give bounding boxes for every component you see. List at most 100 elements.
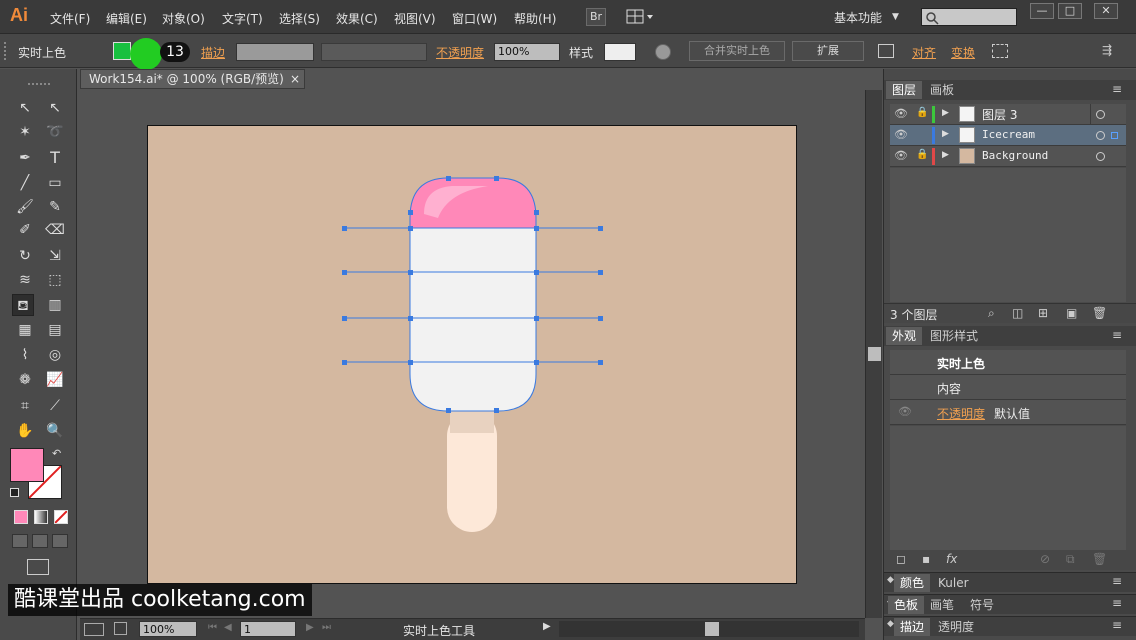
tab-swatches[interactable]: 色板 [888, 596, 925, 614]
graphic-style-swatch[interactable] [604, 43, 636, 61]
menu-edit[interactable]: 编辑(E) [106, 10, 147, 27]
layer-name[interactable]: 图层 3 [982, 106, 1017, 123]
appearance-panel-menu-icon[interactable]: ≡ [1112, 328, 1122, 342]
draw-normal-icon[interactable] [12, 534, 28, 548]
zoom-tool-icon[interactable]: 🔍 [44, 420, 66, 442]
width-tool-icon[interactable]: ≋ [14, 269, 36, 291]
visibility-eye-icon[interactable]: 👁 [894, 107, 908, 120]
delete-item-icon[interactable]: 🗑 [1092, 552, 1107, 566]
workspace-dropdown-icon[interactable]: ▼ [892, 12, 899, 22]
stroke-label[interactable]: 描边 [201, 44, 225, 61]
menu-view[interactable]: 视图(V) [394, 10, 436, 27]
tab-layers[interactable]: 图层 [886, 81, 923, 99]
isolate-icon[interactable] [992, 44, 1008, 58]
control-bar-menu-icon[interactable]: ⇶ [1102, 43, 1112, 57]
tab-artboards[interactable]: 画板 [924, 81, 960, 99]
gradient-mode-icon[interactable] [34, 510, 48, 524]
blend-tool-icon[interactable]: ◎ [44, 344, 66, 366]
eraser-tool-icon[interactable]: ⌫ [44, 219, 66, 241]
screen-mode-icon[interactable] [27, 559, 49, 575]
column-graph-tool-icon[interactable]: 📈 [44, 369, 66, 391]
visibility-eye-icon[interactable]: 👁 [894, 128, 908, 141]
vertical-scroll-thumb[interactable] [868, 347, 881, 361]
collapse-arrow-icon[interactable]: ◆ [887, 575, 894, 585]
appearance-content-row[interactable]: 内容 [890, 375, 1126, 400]
close-window-button[interactable]: ✕ [1094, 3, 1118, 19]
lasso-tool-icon[interactable]: ➰ [44, 121, 66, 143]
pencil-tool-icon[interactable]: ✎ [44, 196, 66, 218]
variable-width-profile-dropdown[interactable] [321, 43, 427, 61]
close-document-icon[interactable]: × [290, 70, 300, 88]
recolor-artwork-icon[interactable] [655, 44, 671, 60]
lock-icon[interactable]: 🔒 [916, 149, 928, 160]
locate-object-icon[interactable]: ⌕ [988, 306, 995, 321]
stroke-weight-value[interactable]: 13 [160, 42, 190, 62]
gradient-tool-icon[interactable]: ▤ [44, 319, 66, 341]
align-label[interactable]: 对齐 [912, 44, 936, 61]
lock-icon[interactable]: 🔒 [916, 107, 928, 118]
pen-tool-icon[interactable]: ✒ [14, 147, 36, 169]
eyedropper-tool-icon[interactable]: ⌇ [14, 344, 36, 366]
swap-colors-icon[interactable]: ↶ [52, 447, 61, 460]
swatches-panel-menu-icon[interactable]: ≡ [1112, 596, 1122, 610]
target-circle-icon[interactable] [1096, 131, 1105, 140]
arrange-documents-icon[interactable] [626, 9, 656, 25]
line-tool-icon[interactable]: ╱ [14, 172, 36, 194]
draw-inside-icon[interactable] [52, 534, 68, 548]
bridge-button[interactable]: Br [586, 8, 606, 26]
artboard[interactable] [147, 125, 797, 584]
layer-name[interactable]: Icecream [982, 128, 1035, 141]
collapse-arrow-icon[interactable]: ◆ [887, 619, 894, 629]
zoom-field[interactable]: 100% [139, 621, 197, 637]
make-clipping-mask-icon[interactable]: ◫ [1012, 306, 1023, 320]
workspace-switcher[interactable]: 基本功能 [834, 9, 882, 26]
rotate-tool-icon[interactable]: ↻ [14, 245, 36, 267]
prev-artboard-icon[interactable]: ◀ [224, 622, 232, 633]
menu-window[interactable]: 窗口(W) [452, 10, 497, 27]
layers-panel-menu-icon[interactable]: ≡ [1112, 82, 1122, 96]
add-effect-icon[interactable]: fx [946, 552, 957, 566]
mesh-tool-icon[interactable]: ▦ [14, 319, 36, 341]
tab-transparency[interactable]: 透明度 [932, 618, 980, 636]
symbol-sprayer-tool-icon[interactable]: ❁ [14, 369, 36, 391]
free-transform-tool-icon[interactable]: ⬚ [44, 269, 66, 291]
artboard-tool-icon[interactable]: ⌗ [14, 395, 36, 417]
icecream-illustration[interactable] [148, 126, 798, 585]
create-sublayer-icon[interactable]: ⊞ [1038, 306, 1048, 320]
stroke-panel-menu-icon[interactable]: ≡ [1112, 618, 1122, 632]
appearance-title-row[interactable]: 实时上色 [890, 350, 1126, 375]
type-tool-icon[interactable]: T [44, 147, 66, 169]
merge-live-paint-button[interactable]: 合并实时上色 [689, 41, 785, 61]
menu-type[interactable]: 文字(T) [222, 10, 263, 27]
horizontal-scrollbar[interactable] [559, 621, 859, 637]
color-mode-icon[interactable] [14, 510, 28, 524]
add-new-fill-icon[interactable]: ▪ [922, 552, 930, 566]
status-menu-icon[interactable]: ▶ [543, 621, 551, 632]
layer-name[interactable]: Background [982, 149, 1048, 162]
hand-tool-icon[interactable]: ✋ [14, 420, 36, 442]
expand-triangle-icon[interactable]: ▶ [942, 150, 949, 160]
first-artboard-icon[interactable]: ⏮ [208, 622, 217, 633]
graph-tool-icon[interactable]: ▥ [44, 294, 66, 316]
expand-button[interactable]: 扩展 [792, 41, 864, 61]
draw-behind-icon[interactable] [32, 534, 48, 548]
maximize-button[interactable]: □ [1058, 3, 1082, 19]
artboard-number-field[interactable]: 1 [240, 621, 296, 637]
appearance-opacity-label[interactable]: 不透明度 [937, 405, 985, 422]
visibility-eye-icon[interactable]: 👁 [894, 149, 908, 162]
stroke-weight-dropdown[interactable] [236, 43, 314, 61]
target-circle-icon[interactable] [1096, 110, 1105, 119]
selection-tool-icon[interactable]: ↖ [14, 97, 36, 119]
minimize-button[interactable]: — [1030, 3, 1054, 19]
opacity-field[interactable]: 100% [494, 43, 560, 61]
layer-row[interactable]: 👁 🔒 ▶ Background [890, 146, 1126, 167]
expand-triangle-icon[interactable]: ▶ [942, 108, 949, 118]
horizontal-scroll-thumb[interactable] [705, 622, 719, 636]
direct-selection-tool-icon[interactable]: ↖ [44, 97, 66, 119]
menu-help[interactable]: 帮助(H) [514, 10, 556, 27]
selection-indicator-icon[interactable] [1111, 132, 1118, 139]
default-colors-icon[interactable] [10, 488, 19, 497]
magic-wand-tool-icon[interactable]: ✶ [14, 121, 36, 143]
color-panel-menu-icon[interactable]: ≡ [1112, 574, 1122, 588]
vertical-scrollbar[interactable] [865, 90, 882, 618]
